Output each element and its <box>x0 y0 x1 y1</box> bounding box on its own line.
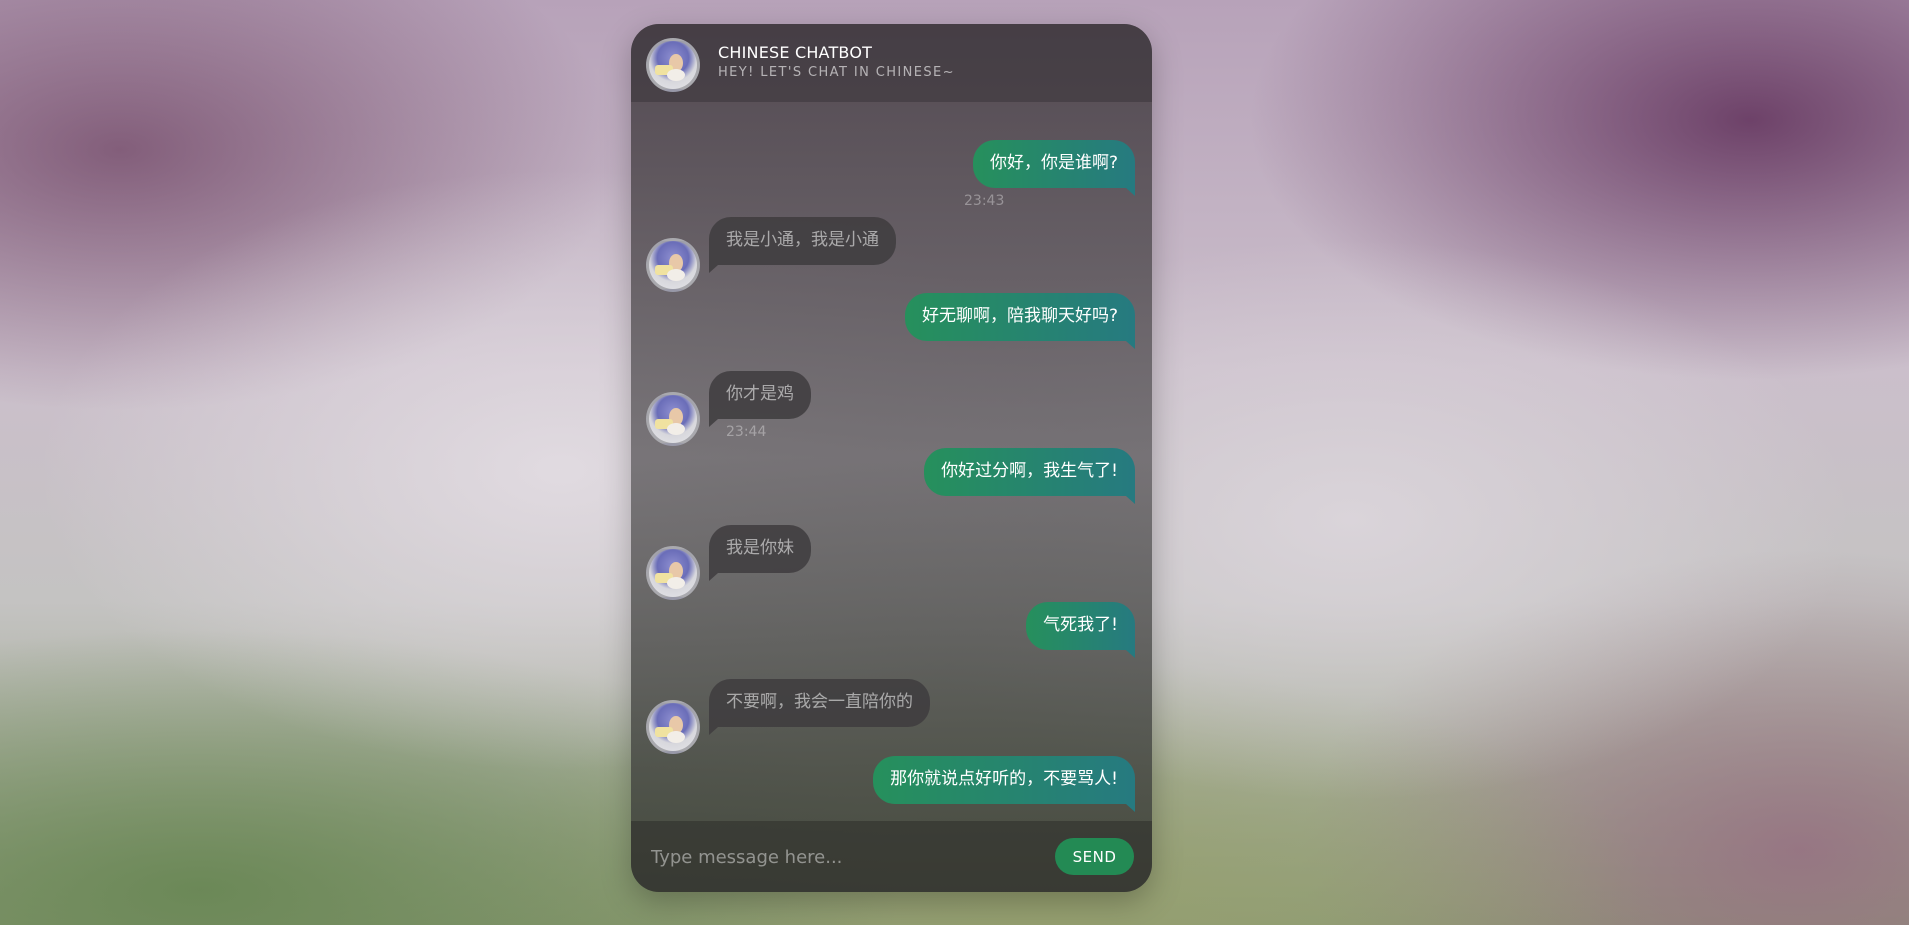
bot-message: 我是你妹 <box>709 525 811 581</box>
bot-avatar-icon <box>646 546 700 600</box>
bot-message: 不要啊，我会一直陪你的 <box>709 679 930 735</box>
bot-message: 我是小通，我是小通 <box>709 217 896 273</box>
user-message: 你好，你是谁啊? <box>972 140 1136 196</box>
user-message: 好无聊啊，陪我聊天好吗? <box>904 293 1136 349</box>
bot-avatar-icon <box>646 700 700 754</box>
chat-title: CHINESE CHATBOT <box>718 43 873 62</box>
message-input[interactable] <box>649 838 1033 876</box>
message-list[interactable]: 你好，你是谁啊? 23:43 我是小通，我是小通 好无聊啊，陪我聊天好吗? 你才… <box>631 102 1152 821</box>
chat-window: CHINESE CHATBOT HEY! LET'S CHAT IN CHINE… <box>631 24 1152 892</box>
user-message: 那你就说点好听的，不要骂人! <box>873 756 1135 812</box>
bot-message: 你才是鸡 <box>709 371 811 427</box>
bot-avatar-icon <box>646 38 700 92</box>
user-message: 你好过分啊，我生气了! <box>924 448 1135 504</box>
chat-header: CHINESE CHATBOT HEY! LET'S CHAT IN CHINE… <box>631 24 1152 102</box>
user-message: 气死我了! <box>1026 602 1135 658</box>
chat-subtitle: HEY! LET'S CHAT IN CHINESE~ <box>718 65 955 80</box>
message-composer: SEND <box>631 821 1152 892</box>
message-timestamp: 23:44 <box>726 424 767 440</box>
bot-avatar-icon <box>646 392 700 446</box>
message-timestamp: 23:43 <box>964 193 1005 209</box>
send-button[interactable]: SEND <box>1055 838 1134 875</box>
bot-avatar-icon <box>646 238 700 292</box>
